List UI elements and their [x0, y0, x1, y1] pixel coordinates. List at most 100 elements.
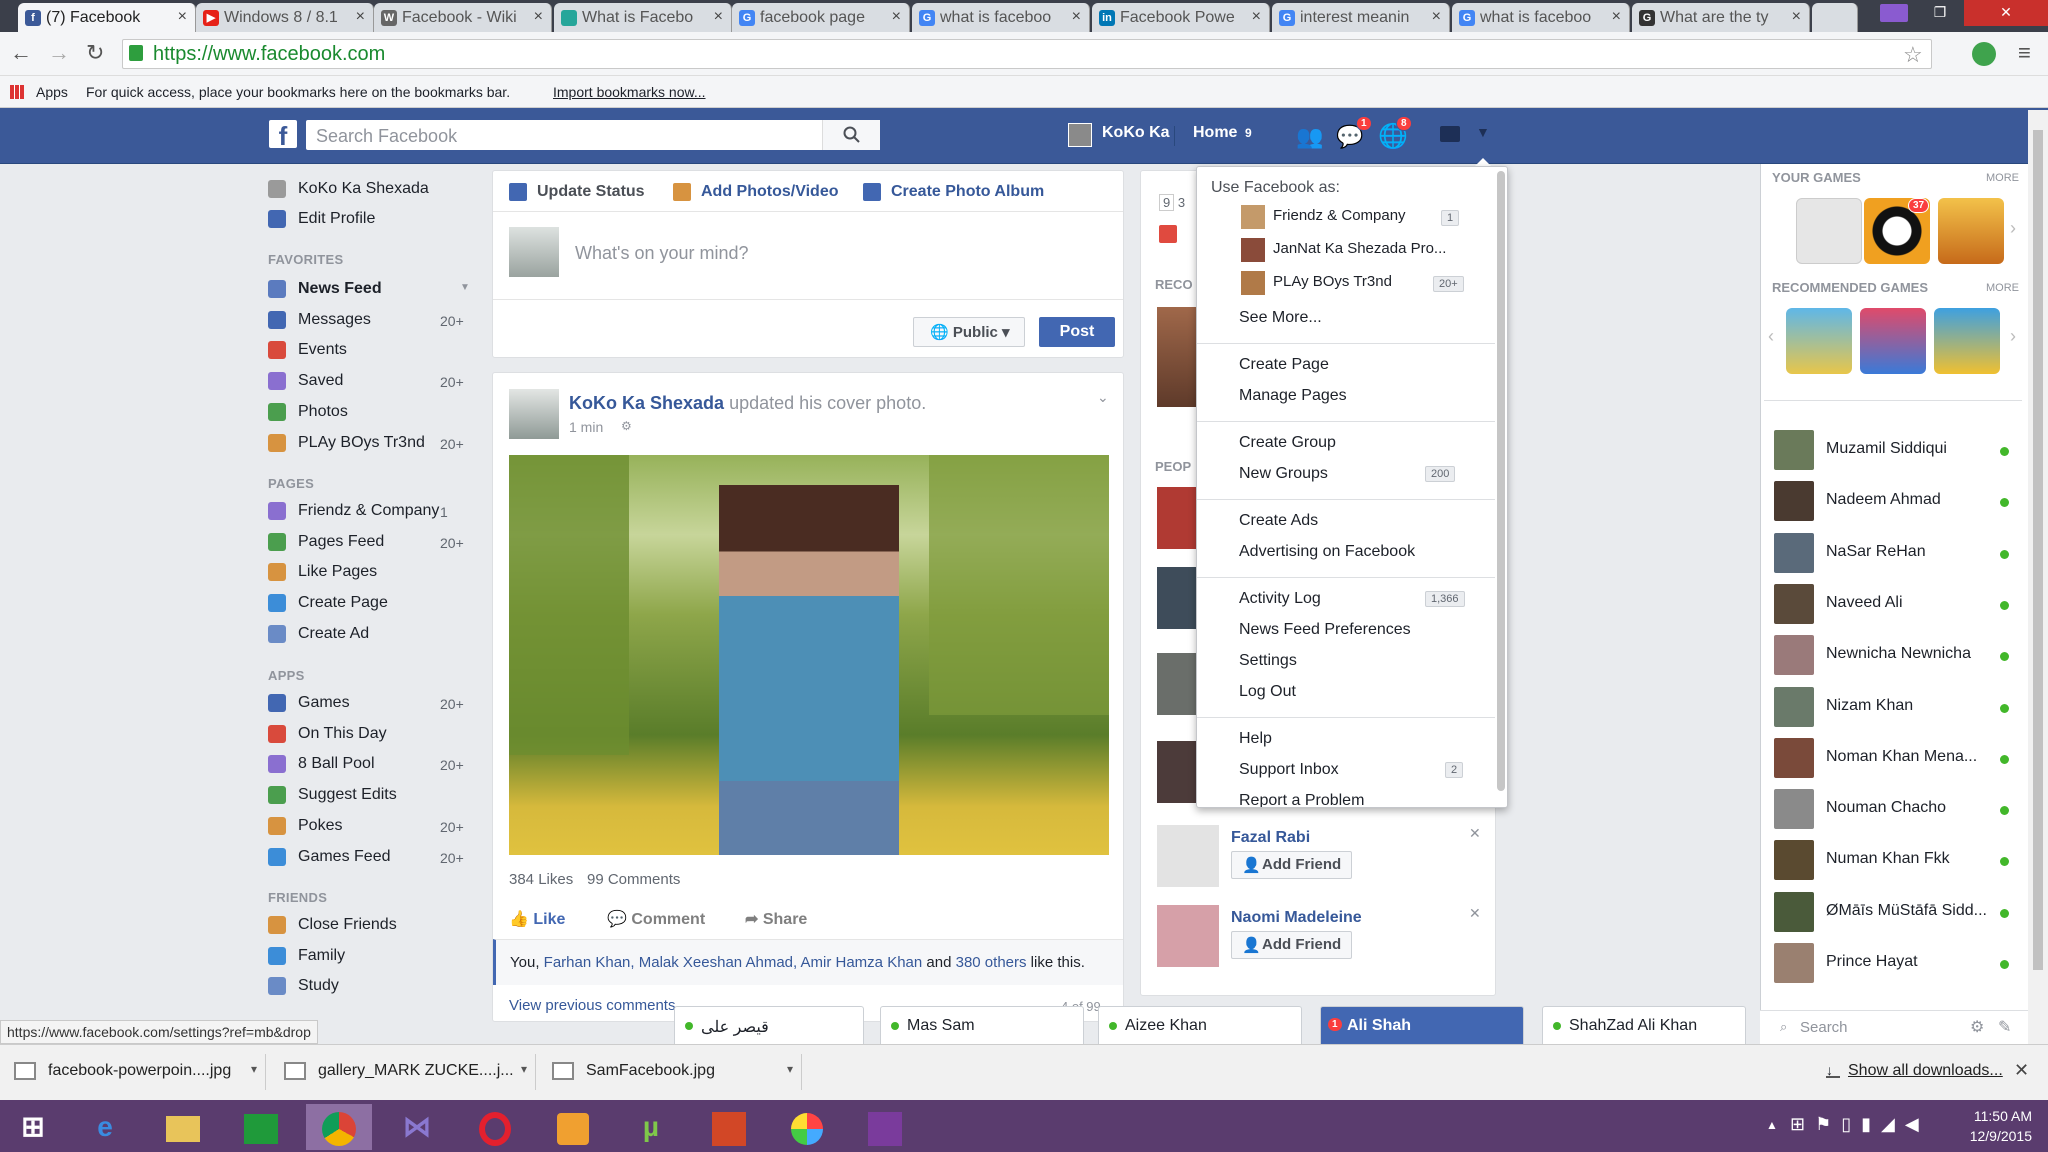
add-friend-button[interactable]: 👤 Add Friend [1231, 931, 1353, 959]
comment-button[interactable]: 💬 Comment [607, 909, 705, 929]
tab-close-icon[interactable]: × [1072, 8, 1081, 26]
create-page-item[interactable]: Create Page [1239, 356, 1329, 374]
tray-arrow-icon[interactable]: ▲ [1766, 1118, 1778, 1132]
chat-search-input[interactable]: Search [1800, 1019, 1848, 1036]
chat-tab[interactable]: ShahZad Ali Khan [1542, 1006, 1746, 1044]
browser-tab[interactable]: f (7) Facebook × [18, 3, 196, 32]
browser-tab[interactable]: in Facebook Powe × [1092, 3, 1270, 32]
browser-tab[interactable]: G what is faceboo × [912, 3, 1090, 32]
download-options-icon[interactable]: ▾ [521, 1062, 527, 1076]
settings-item[interactable]: Settings [1239, 652, 1297, 670]
your-games-more-link[interactable]: MORE [1986, 172, 2019, 184]
cover-photo[interactable] [509, 455, 1109, 855]
support-inbox-item[interactable]: Support Inbox [1239, 761, 1339, 779]
close-downloads-icon[interactable]: ✕ [2014, 1060, 2029, 1081]
view-previous-comments[interactable]: View previous comments [509, 997, 675, 1014]
internet-explorer-icon[interactable]: e [72, 1104, 138, 1150]
facebook-search-input[interactable]: Search Facebook [306, 120, 880, 150]
chat-contact[interactable]: Numan Khan Fkk [1774, 840, 2024, 886]
browser-tab[interactable]: G facebook page × [732, 3, 910, 32]
chrome-icon[interactable] [306, 1104, 372, 1150]
sidebar-item-friend-list[interactable]: Study [268, 977, 468, 999]
store-icon[interactable] [228, 1104, 294, 1150]
sidebar-item-app[interactable]: Games [268, 694, 468, 716]
log-out-item[interactable]: Log Out [1239, 683, 1296, 701]
chat-contact[interactable]: Muzamil Siddiqui [1774, 430, 2024, 476]
facebook-logo[interactable]: f [269, 120, 297, 151]
gear-icon[interactable]: ⚙ [1970, 1017, 1984, 1037]
create-group-item[interactable]: Create Group [1239, 434, 1336, 452]
sidebar-item-page[interactable]: Create Page [268, 594, 468, 616]
user-name-link[interactable]: KoKo Ka [1102, 124, 1170, 142]
share-button[interactable]: ➦ Share [745, 909, 807, 929]
download-item[interactable]: gallery_MARK ZUCKE....j... ▾ [276, 1054, 536, 1090]
tab-close-icon[interactable]: × [892, 8, 901, 26]
page-scrollbar[interactable] [2028, 110, 2048, 1044]
download-item[interactable]: SamFacebook.jpg ▾ [544, 1054, 802, 1090]
game-icon[interactable] [1934, 308, 2000, 374]
tab-close-icon[interactable]: × [1432, 8, 1441, 26]
privacy-selector[interactable]: 🌐 Public ▾ [913, 317, 1025, 347]
download-options-icon[interactable]: ▾ [251, 1062, 257, 1076]
browser-tab[interactable]: What is Facebo × [554, 3, 732, 32]
new-groups-item[interactable]: New Groups [1239, 465, 1328, 483]
tab-close-icon[interactable]: × [714, 8, 723, 26]
extension-icon[interactable] [1972, 42, 1996, 66]
back-icon[interactable]: ← [10, 40, 32, 66]
browser-tab[interactable]: G what is faceboo × [1452, 3, 1630, 32]
post-author-avatar[interactable] [509, 389, 559, 439]
liker-link[interactable]: Malak Xeeshan Ahmad, [639, 954, 797, 971]
chat-contact[interactable]: Nadeem Ahmad [1774, 481, 2024, 527]
sidebar-item-app[interactable]: Pokes [268, 816, 468, 839]
browser-tab[interactable]: ▶ Windows 8 / 8.1 × [196, 3, 374, 32]
powerpoint-icon[interactable] [696, 1104, 762, 1150]
news-feed-preferences-item[interactable]: News Feed Preferences [1239, 621, 1411, 639]
sidebar-item-favorite[interactable]: News Feed [268, 280, 468, 302]
chat-tab[interactable]: قیصر علی [674, 1006, 864, 1044]
star-icon[interactable]: ☆ [1903, 42, 1923, 68]
tab-close-icon[interactable]: × [178, 8, 187, 26]
sidebar-item-page[interactable]: Friendz & Company [268, 502, 468, 524]
friend-requests-icon[interactable]: 👥 [1296, 124, 1323, 150]
chat-contact[interactable]: ØMāīs MüStāfā Sidd... [1774, 891, 2024, 938]
download-item[interactable]: facebook-powerpoin....jpg ▾ [6, 1054, 266, 1090]
import-bookmarks-link[interactable]: Import bookmarks now... [553, 84, 706, 100]
paint-icon[interactable] [774, 1104, 840, 1150]
liker-link[interactable]: Amir Hamza Khan [801, 954, 923, 971]
sidebar-item-app[interactable]: Suggest Edits [268, 786, 468, 808]
dismiss-suggestion-icon[interactable]: ✕ [1469, 825, 1481, 842]
post-time[interactable]: 1 min [569, 419, 603, 435]
news-feed-options-icon[interactable]: ▼ [460, 282, 470, 293]
advertising-item[interactable]: Advertising on Facebook [1239, 543, 1415, 561]
activity-log-item[interactable]: Activity Log [1239, 590, 1321, 608]
menu-scrollbar[interactable] [1497, 171, 1505, 791]
post-author-link[interactable]: KoKo Ka Shexada [569, 393, 724, 413]
privacy-shortcuts-icon[interactable] [1440, 126, 1460, 142]
chat-tab[interactable]: Mas Sam [880, 1006, 1084, 1044]
user-avatar[interactable] [1068, 123, 1092, 147]
see-more-item[interactable]: See More... [1239, 309, 1322, 327]
sidebar-item-favorite[interactable]: Saved [268, 372, 468, 394]
home-link[interactable]: Home [1193, 124, 1237, 142]
chat-contact[interactable]: Noman Khan Mena... [1774, 737, 2024, 784]
create-album-tab[interactable]: Create Photo Album [891, 183, 1044, 201]
game-icon[interactable] [1938, 198, 2004, 264]
suggestion-avatar[interactable] [1157, 825, 1219, 887]
game-icon[interactable] [1796, 198, 1862, 264]
create-ads-item[interactable]: Create Ads [1239, 512, 1318, 530]
browser-tab[interactable]: G What are the ty × [1632, 3, 1810, 32]
show-all-downloads-link[interactable]: Show all downloads... [1848, 1062, 2003, 1080]
tab-close-icon[interactable]: × [1252, 8, 1261, 26]
visual-studio-icon[interactable]: ⋈ [384, 1104, 450, 1150]
sidebar-item-favorite[interactable]: Photos [268, 402, 468, 425]
tab-close-icon[interactable]: × [1612, 8, 1621, 26]
sidebar-item-friend-list[interactable]: Family [268, 946, 468, 969]
add-friend-button[interactable]: 👤 Add Friend [1231, 851, 1353, 879]
game-icon[interactable] [1786, 308, 1852, 374]
chat-contact[interactable]: NaSar ReHan [1774, 532, 2024, 579]
rec-games-more-link[interactable]: MORE [1986, 282, 2019, 294]
game-icon[interactable] [1860, 308, 1926, 374]
file-explorer-icon[interactable] [150, 1104, 216, 1150]
apps-icon[interactable] [10, 85, 24, 99]
forward-icon[interactable]: → [48, 40, 70, 66]
